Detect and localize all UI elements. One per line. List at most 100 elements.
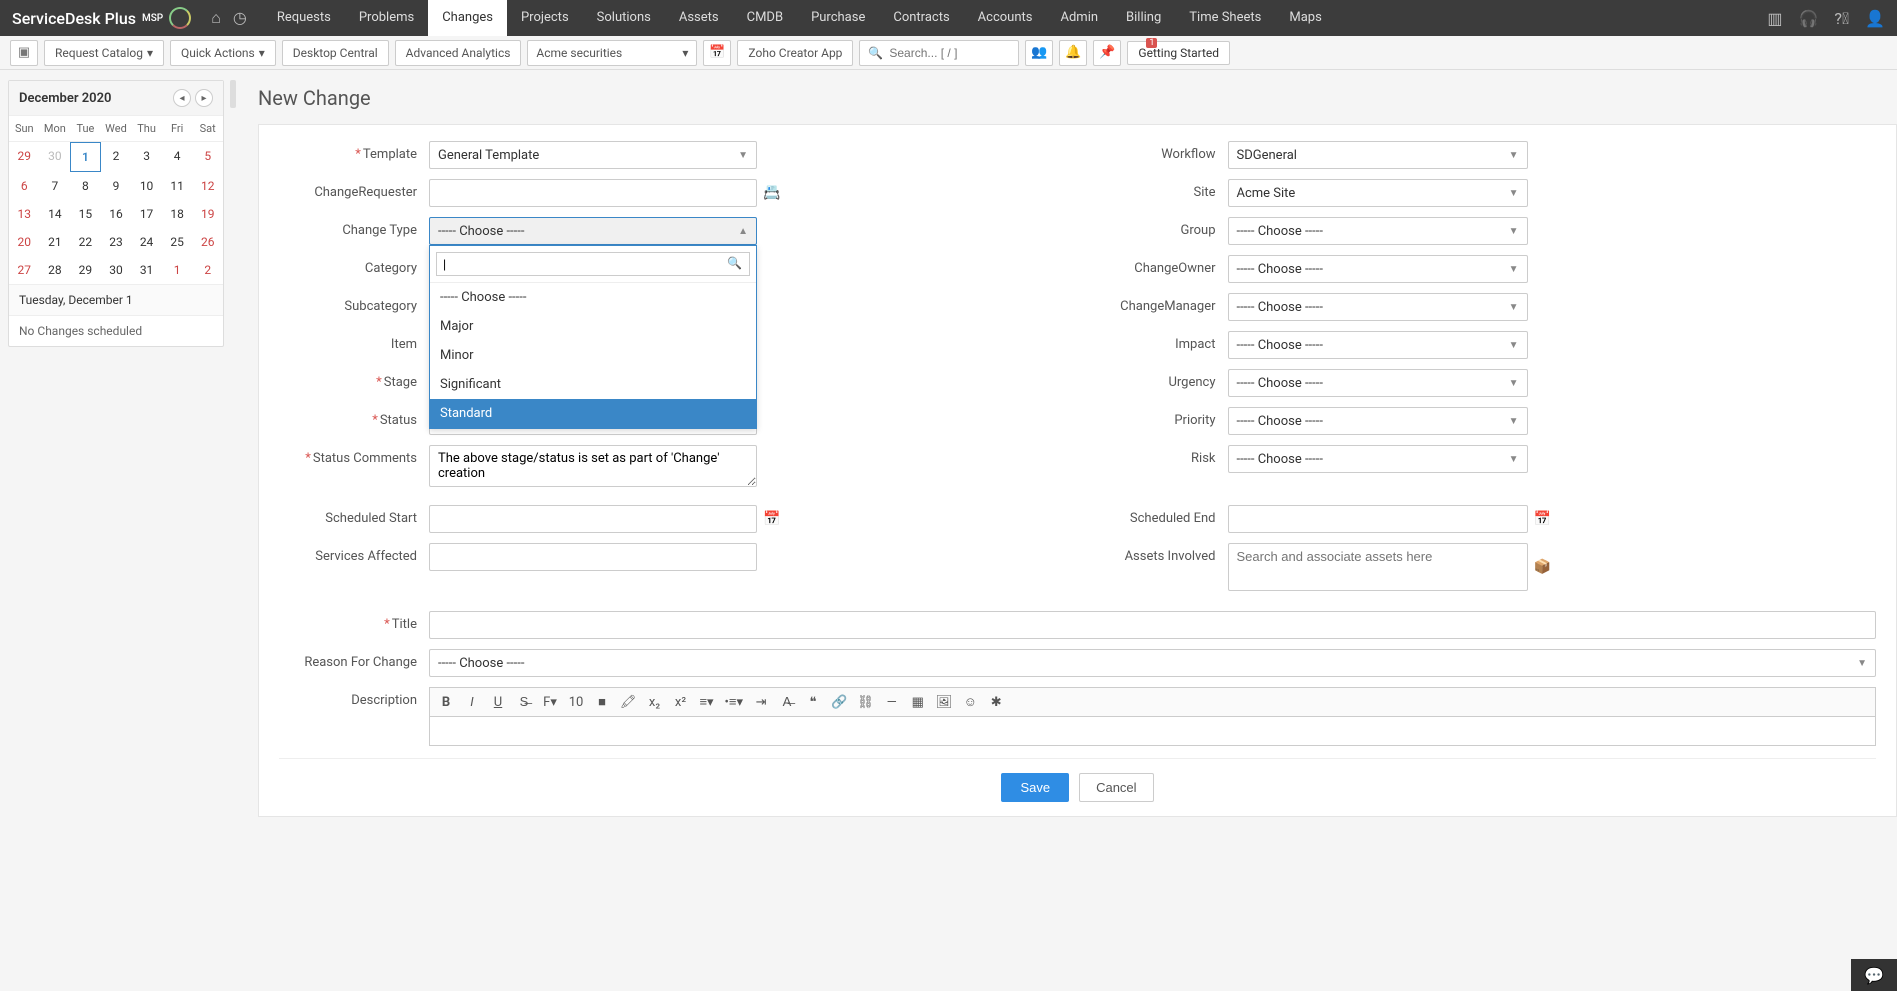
cal-day[interactable]: 23 <box>101 228 132 256</box>
nav-tab-assets[interactable]: Assets <box>665 0 733 36</box>
bold-icon[interactable]: B <box>438 695 454 710</box>
global-search[interactable]: 🔍 <box>859 40 1019 66</box>
nav-tab-solutions[interactable]: Solutions <box>583 0 665 36</box>
search-input[interactable] <box>889 46 1010 60</box>
subscript-icon[interactable]: x₂ <box>647 695 663 710</box>
code-icon[interactable]: ✱ <box>988 695 1004 710</box>
dropdown-option[interactable]: Significant <box>430 370 756 399</box>
getting-started-button[interactable]: 1 Getting Started <box>1127 41 1230 65</box>
workflow-select[interactable]: SDGeneral▼ <box>1228 141 1528 169</box>
request-catalog-button[interactable]: Request Catalog▾ <box>44 40 164 66</box>
highlight-icon[interactable]: 🖍 <box>620 695 637 710</box>
assets-involved-box[interactable] <box>1228 543 1528 591</box>
cancel-button[interactable]: Cancel <box>1079 773 1153 802</box>
desktop-central-button[interactable]: Desktop Central <box>282 40 389 66</box>
risk-select[interactable]: ----- Choose -----▼ <box>1228 445 1528 473</box>
text-color-icon[interactable]: ■ <box>594 694 610 710</box>
cal-day[interactable]: 29 <box>70 256 101 284</box>
calendar-add-icon[interactable]: 📅 <box>703 40 731 66</box>
cal-day[interactable]: 21 <box>40 228 71 256</box>
resize-handle[interactable] <box>230 80 236 108</box>
unlink-icon[interactable]: ⛓ <box>857 695 874 710</box>
cal-day[interactable]: 22 <box>70 228 101 256</box>
home-icon[interactable]: ⌂ <box>211 8 221 28</box>
strike-icon[interactable]: S̶ <box>516 694 532 710</box>
cal-day[interactable]: 20 <box>9 228 40 256</box>
change-type-select[interactable]: ----- Choose -----▲ <box>429 217 757 245</box>
hr-icon[interactable]: — <box>884 695 900 710</box>
template-select[interactable]: General Template▼ <box>429 141 757 169</box>
save-button[interactable]: Save <box>1001 773 1069 802</box>
clear-format-icon[interactable]: A̶ <box>779 694 795 710</box>
date-picker-icon[interactable]: 📅 <box>763 511 780 527</box>
cal-day[interactable]: 31 <box>131 256 162 284</box>
cal-day[interactable]: 30 <box>101 256 132 284</box>
cal-day[interactable]: 14 <box>40 200 71 228</box>
owner-select[interactable]: ----- Choose -----▼ <box>1228 255 1528 283</box>
cal-day[interactable]: 4 <box>162 142 193 172</box>
table-icon[interactable]: ▦ <box>910 695 926 710</box>
font-icon[interactable]: F▾ <box>542 695 558 710</box>
cal-day[interactable]: 1 <box>162 256 193 284</box>
people-icon[interactable]: 👥 <box>1025 40 1053 66</box>
cal-day[interactable]: 18 <box>162 200 193 228</box>
cal-day[interactable]: 8 <box>70 172 101 200</box>
dashboard-icon[interactable]: ◷ <box>233 8 247 28</box>
nav-tab-billing[interactable]: Billing <box>1112 0 1175 36</box>
scheduled-end-input[interactable] <box>1228 505 1528 533</box>
advanced-analytics-button[interactable]: Advanced Analytics <box>395 40 522 66</box>
cal-day[interactable]: 17 <box>131 200 162 228</box>
nav-tab-cmdb[interactable]: CMDB <box>733 0 797 36</box>
dropdown-option[interactable]: Standard <box>430 399 756 428</box>
nav-tab-maps[interactable]: Maps <box>1275 0 1335 36</box>
zoho-creator-button[interactable]: Zoho Creator App <box>737 40 853 66</box>
cal-day[interactable]: 3 <box>131 142 162 172</box>
nav-tab-admin[interactable]: Admin <box>1046 0 1112 36</box>
nav-tab-changes[interactable]: Changes <box>428 0 507 36</box>
cal-day[interactable]: 11 <box>162 172 193 200</box>
reason-select[interactable]: ----- Choose -----▼ <box>429 649 1876 677</box>
layout-icon[interactable]: ▣ <box>10 40 38 66</box>
cal-day[interactable]: 1 <box>70 142 101 172</box>
cal-day[interactable]: 13 <box>9 200 40 228</box>
quick-actions-button[interactable]: Quick Actions▾ <box>170 40 276 66</box>
description-editor[interactable] <box>429 716 1876 746</box>
account-select[interactable]: Acme securities▾ <box>527 40 697 66</box>
scheduled-start-input[interactable] <box>429 505 757 533</box>
cal-next-icon[interactable]: ▸ <box>195 89 213 107</box>
cal-day[interactable]: 9 <box>101 172 132 200</box>
nav-tab-projects[interactable]: Projects <box>507 0 583 36</box>
dropdown-option[interactable]: Minor <box>430 341 756 370</box>
cal-day[interactable]: 26 <box>192 228 223 256</box>
impact-select[interactable]: ----- Choose -----▼ <box>1228 331 1528 359</box>
nav-tab-time-sheets[interactable]: Time Sheets <box>1175 0 1275 36</box>
cal-day[interactable]: 12 <box>192 172 223 200</box>
link-icon[interactable]: 🔗 <box>831 695 847 710</box>
chat-fab-icon[interactable]: 💬 <box>1851 959 1897 991</box>
user-avatar-icon[interactable]: 👤 <box>1865 9 1885 28</box>
quote-icon[interactable]: ❝ <box>805 695 821 710</box>
dropdown-option[interactable]: ----- Choose ----- <box>430 283 756 312</box>
nav-tab-contracts[interactable]: Contracts <box>879 0 963 36</box>
cal-day[interactable]: 16 <box>101 200 132 228</box>
bell-icon[interactable]: 🔔 <box>1059 40 1087 66</box>
nav-tab-requests[interactable]: Requests <box>263 0 345 36</box>
reports-icon[interactable]: ▥ <box>1767 9 1782 28</box>
italic-icon[interactable]: I <box>464 695 480 710</box>
cal-prev-icon[interactable]: ◂ <box>173 89 191 107</box>
cal-day[interactable]: 28 <box>40 256 71 284</box>
nav-tab-purchase[interactable]: Purchase <box>797 0 879 36</box>
cal-day[interactable]: 6 <box>9 172 40 200</box>
site-select[interactable]: Acme Site▼ <box>1228 179 1528 207</box>
superscript-icon[interactable]: x² <box>673 695 689 710</box>
cal-day[interactable]: 15 <box>70 200 101 228</box>
cal-day[interactable]: 30 <box>40 142 71 172</box>
align-icon[interactable]: ≡▾ <box>699 694 715 710</box>
dropdown-option[interactable]: Major <box>430 312 756 341</box>
date-picker-icon[interactable]: 📅 <box>1534 511 1551 527</box>
bullet-list-icon[interactable]: •≡▾ <box>725 694 744 710</box>
underline-icon[interactable]: U <box>490 695 506 710</box>
image-icon[interactable]: 🖼 <box>936 695 953 710</box>
cal-day[interactable]: 10 <box>131 172 162 200</box>
emoji-icon[interactable]: ☺ <box>962 694 978 710</box>
